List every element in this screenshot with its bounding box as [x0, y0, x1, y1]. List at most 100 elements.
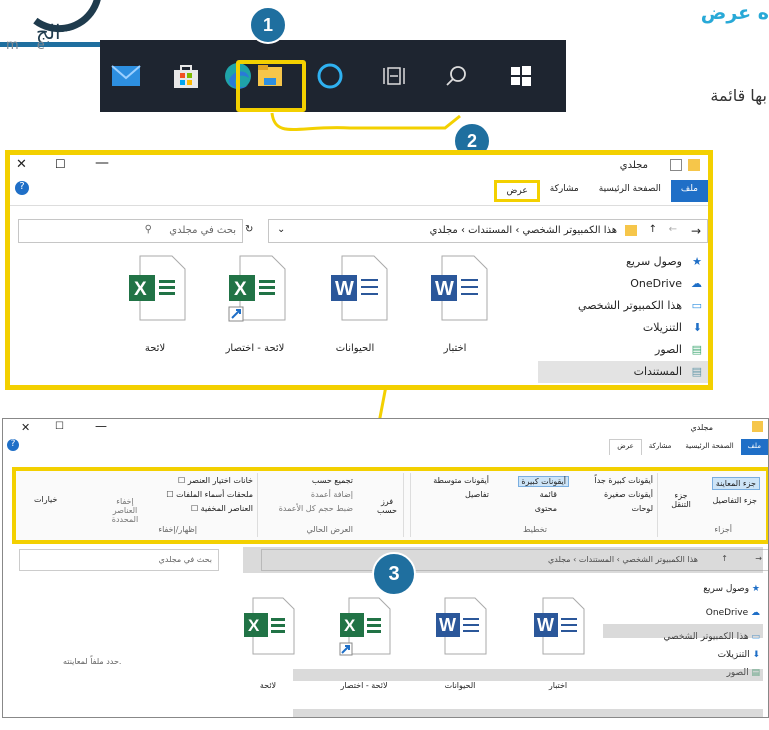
excel-file-icon[interactable]: X — [243, 597, 295, 659]
step-badge-1: 1 — [249, 6, 287, 44]
mail-icon[interactable] — [110, 60, 142, 92]
item-checkboxes-toggle[interactable]: ☐ خانات اختيار العنصر — [178, 476, 253, 485]
svg-text:X: X — [344, 616, 356, 635]
sidebar-item-downloads[interactable]: ⬇ التنزيلات — [538, 317, 708, 339]
ribbon-group-label: العرض الحالي — [306, 525, 353, 534]
svg-text:X: X — [134, 279, 147, 300]
sidebar-item-pictures[interactable]: ▤ الصور — [538, 339, 708, 361]
overlay — [603, 624, 763, 638]
layout-large-icons[interactable]: أيقونات كبيرة — [518, 476, 569, 487]
file-name: اختبار — [548, 681, 568, 690]
sidebar-item-downloads[interactable]: التنزيلات ⬇ — [620, 650, 760, 668]
add-columns-button[interactable]: إضافة أعمدة — [311, 490, 353, 499]
page-heading: ه عرض — [700, 2, 769, 24]
sort-by-button[interactable]: فرز حسب — [375, 497, 399, 515]
tab-share[interactable]: مشاركة — [540, 180, 589, 202]
file-name: اختبار — [443, 343, 467, 354]
ribbon-group-layout: أيقونات كبيرة جداً أيقونات كبيرة أيقونات… — [410, 473, 658, 537]
overlay — [293, 709, 763, 717]
layout-tiles[interactable]: لوحات — [632, 504, 653, 513]
ribbon-group-panes: جزء المعاينة جزء التفاصيل جزء التنقل أجز… — [666, 473, 762, 537]
layout-small-icons[interactable]: أيقونات صغيرة — [604, 490, 653, 499]
ribbon-group-label: أجزاء — [714, 525, 732, 534]
close-icon[interactable]: ✕ — [16, 157, 27, 172]
ribbon-group-show-hide: ☐ خانات اختيار العنصر ☐ ملحقات أسماء الم… — [78, 473, 258, 537]
overlay — [293, 669, 763, 681]
preview-pane-button[interactable]: جزء المعاينة — [711, 477, 760, 490]
tab-view[interactable]: عرض — [494, 180, 540, 202]
sidebar-item-quick-access[interactable]: ★ وصول سريع — [538, 251, 708, 273]
word-file-icon[interactable]: W — [435, 597, 487, 659]
excel-shortcut-icon[interactable]: X — [339, 597, 391, 663]
layout-extra-large-icons[interactable]: أيقونات كبيرة جداً — [594, 476, 653, 485]
search-input[interactable]: بحث في مجلدي — [19, 549, 219, 571]
layout-medium-icons[interactable]: أيقونات متوسطة — [433, 476, 489, 485]
breadcrumb: هذا الكمبيوتر الشخصي › المستندات › مجلدي — [429, 225, 617, 236]
maximize-icon[interactable]: ☐ — [55, 421, 64, 432]
sidebar-item-onedrive[interactable]: ☁ OneDrive — [538, 273, 708, 295]
excel-file-icon[interactable]: X — [128, 255, 186, 321]
file-extensions-toggle[interactable]: ☐ ملحقات أسماء الملفات — [166, 490, 253, 499]
tab-view[interactable]: عرض — [609, 439, 642, 455]
search-icon: ⚲ — [144, 224, 152, 235]
options-button[interactable]: خيارات — [34, 495, 57, 504]
window-title: مجلدي — [690, 423, 713, 432]
word-file-icon[interactable]: W — [533, 597, 585, 659]
file-name: لائحة — [144, 343, 166, 354]
windows-icon[interactable] — [505, 60, 537, 92]
group-by-button[interactable]: تجميع حسب — [312, 476, 353, 485]
excel-shortcut-icon[interactable]: X — [228, 255, 286, 322]
folder-icon — [752, 421, 763, 432]
file-name: الحيوانات — [444, 681, 476, 690]
search-input[interactable]: بحث في مجلدي ⚲ — [18, 219, 243, 243]
cortana-icon[interactable] — [314, 60, 346, 92]
layout-details[interactable]: تفاصيل — [465, 490, 489, 499]
preview-pane-text: حدد ملفاً لمعاينته. — [63, 657, 122, 666]
folder-icon — [625, 225, 637, 236]
chevron-down-icon[interactable]: ⌄ — [277, 224, 285, 235]
explorer-highlight — [236, 60, 306, 112]
task-view-icon[interactable] — [378, 60, 410, 92]
minimize-icon[interactable]: — — [95, 419, 107, 433]
word-file-icon[interactable]: W — [430, 255, 488, 321]
svg-text:W: W — [439, 615, 456, 635]
step-badge-3: 3 — [372, 552, 416, 596]
maximize-icon[interactable]: ☐ — [55, 157, 66, 171]
up-icon[interactable]: ↑ — [649, 224, 657, 235]
help-icon[interactable]: ? — [7, 439, 19, 451]
tab-share[interactable]: مشاركة — [642, 439, 679, 455]
back-icon[interactable]: ← — [669, 224, 677, 235]
file-explorer-window: ✕ ☐ — مجلدي ? ملف الصفحة الرئيسية مشاركة… — [5, 150, 713, 390]
help-icon[interactable]: ? — [15, 181, 29, 195]
tab-home[interactable]: الصفحة الرئيسية — [678, 439, 740, 455]
store-icon[interactable] — [170, 60, 202, 92]
tab-home[interactable]: الصفحة الرئيسية — [589, 180, 671, 202]
refresh-icon[interactable]: ↻ — [245, 224, 253, 235]
close-icon[interactable]: ✕ — [21, 421, 30, 434]
details-pane-button[interactable]: جزء التفاصيل — [710, 495, 761, 506]
layout-list[interactable]: قائمة — [540, 490, 557, 499]
sidebar-item-this-pc[interactable]: ▭ هذا الكمبيوتر الشخصي — [538, 295, 708, 317]
sidebar-item-quick-access[interactable]: وصول سريع ★ — [620, 584, 760, 608]
forward-icon[interactable]: → — [691, 224, 701, 238]
layout-content[interactable]: محتوى — [535, 504, 557, 513]
logo: الج m e — [0, 0, 108, 60]
word-file-icon[interactable]: W — [330, 255, 388, 321]
navigation-pane-button[interactable]: جزء التنقل — [670, 491, 692, 509]
svg-text:W: W — [537, 615, 554, 635]
search-icon[interactable] — [440, 60, 472, 92]
tab-file[interactable]: ملف — [670, 180, 708, 202]
sidebar-item-documents[interactable]: ▤ المستندات — [538, 361, 708, 383]
size-columns-button[interactable]: ضبط حجم كل الأعمدة — [279, 504, 353, 513]
minimize-icon[interactable]: — — [95, 155, 109, 171]
ribbon-group-label: تخطيط — [523, 525, 547, 534]
hidden-items-toggle[interactable]: ☐ العناصر المخفية — [191, 504, 253, 513]
svg-text:W: W — [335, 278, 354, 300]
navigation-pane: ★ وصول سريع ☁ OneDrive ▭ هذا الكمبيوتر الشخ… — [538, 251, 708, 386]
taskbar — [100, 40, 566, 112]
tab-file[interactable]: ملف — [740, 439, 768, 455]
window-title: مجلدي — [619, 160, 648, 171]
hide-selected-button[interactable]: إخفاء العناصر المحددة — [103, 497, 147, 524]
address-bar[interactable]: → ← ↑ هذا الكمبيوتر الشخصي › المستندات ›… — [245, 219, 708, 243]
svg-text:W: W — [435, 278, 454, 300]
